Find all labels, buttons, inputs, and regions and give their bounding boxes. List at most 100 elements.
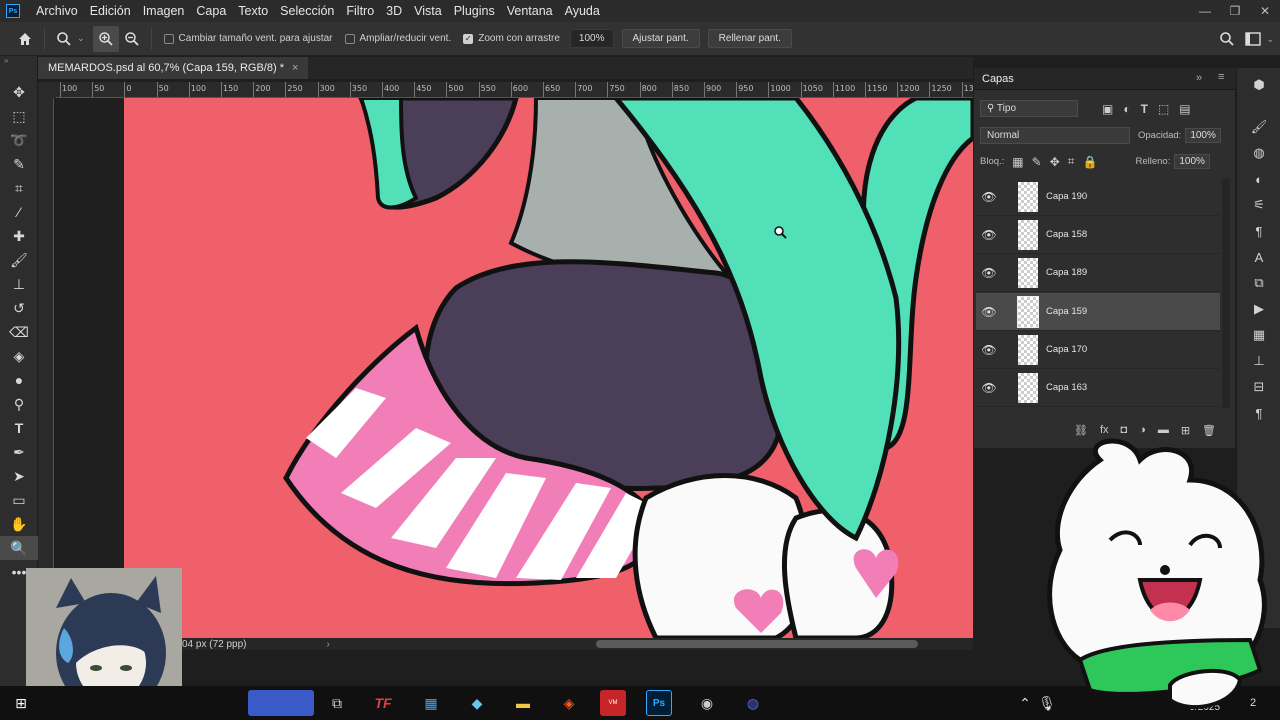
healing-brush-tool-icon[interactable]: ✚	[0, 224, 38, 248]
task-view-icon[interactable]: ⧉	[324, 690, 350, 716]
task-thumbnail-app[interactable]	[248, 690, 314, 716]
lock-image-icon[interactable]: ✎	[1032, 155, 1042, 169]
filter-pixel-icon[interactable]: ▣	[1102, 102, 1113, 116]
opacity-field[interactable]: 100%	[1185, 128, 1221, 143]
menu-plugins[interactable]: Plugins	[448, 0, 501, 22]
panel-menu-icon[interactable]: ≡	[1218, 71, 1224, 83]
lock-artboard-icon[interactable]: ⌗	[1068, 154, 1075, 169]
calculator-icon[interactable]: ▦	[418, 690, 444, 716]
menu-filtro[interactable]: Filtro	[340, 0, 380, 22]
paragraph-icon[interactable]: ¶	[1237, 218, 1280, 244]
chevron-down-icon[interactable]: ⌄	[77, 33, 85, 44]
artwork-canvas[interactable]	[56, 98, 973, 638]
horizontal-scrollbar[interactable]	[596, 640, 918, 648]
layers-scrollbar[interactable]	[1222, 178, 1230, 408]
filter-adjustment-icon[interactable]: ◐	[1123, 102, 1130, 116]
path-select-tool-icon[interactable]: ➤	[0, 464, 38, 488]
lasso-tool-icon[interactable]: ➰	[0, 128, 38, 152]
zoom-tool-icon[interactable]: 🔍	[0, 536, 38, 560]
dodge-tool-icon[interactable]: ⚲	[0, 392, 38, 416]
minimize-icon[interactable]: —	[1190, 0, 1220, 22]
zoom-percent-field[interactable]: 100%	[569, 29, 614, 48]
pen-tool-icon[interactable]: ✒	[0, 440, 38, 464]
character-icon[interactable]: A	[1237, 244, 1280, 270]
layer-row-selected[interactable]: 👁 Capa 159	[976, 293, 1220, 331]
close-window-icon[interactable]: ✕	[1250, 0, 1280, 22]
3d-cube-icon[interactable]: ⬢	[1237, 72, 1280, 98]
filter-kind-select[interactable]: ⚲ Tipo	[980, 100, 1078, 117]
filter-type-icon[interactable]: T	[1141, 102, 1148, 116]
canvas-area[interactable]	[56, 98, 973, 638]
chevron-down-icon[interactable]: ⌄	[1266, 34, 1274, 45]
document-tab[interactable]: MEMARDOS.psd al 60,7% (Capa 159, RGB/8) …	[38, 57, 309, 79]
layer-row[interactable]: 👁 Capa 170	[976, 331, 1220, 369]
zoom-tool-preset-icon[interactable]	[51, 26, 77, 52]
fill-field[interactable]: 100%	[1174, 154, 1210, 169]
menu-3d[interactable]: 3D	[380, 0, 408, 22]
clone-source-icon[interactable]: ⧉	[1237, 270, 1280, 296]
visibility-eye-icon[interactable]: 👁	[976, 228, 1002, 242]
photoshop-taskbar-icon[interactable]: Ps	[646, 690, 672, 716]
quick-select-tool-icon[interactable]: ✎	[0, 152, 38, 176]
menu-edicion[interactable]: Edición	[84, 0, 137, 22]
blur-tool-icon[interactable]: ●	[0, 368, 38, 392]
restore-icon[interactable]: ❐	[1220, 0, 1250, 22]
filter-smart-object-icon[interactable]: ▤	[1179, 102, 1190, 116]
table-icon[interactable]: ▦	[1237, 322, 1280, 348]
brush-settings-icon[interactable]: 🖌	[1237, 114, 1280, 140]
move-tool-icon[interactable]: ✥	[0, 80, 38, 104]
zoom-all-windows-checkbox[interactable]: Ampliar/reducir vent.	[344, 33, 451, 44]
workspace-icon[interactable]	[1240, 26, 1266, 52]
tool-presets-icon[interactable]: ⊟	[1237, 374, 1280, 400]
crop-tool-icon[interactable]: ⌗	[0, 176, 38, 200]
menu-imagen[interactable]: Imagen	[137, 0, 191, 22]
blend-mode-select[interactable]: Normal	[980, 127, 1130, 144]
fill-screen-button[interactable]: Rellenar pant.	[707, 29, 792, 48]
zoom-in-icon[interactable]	[92, 25, 119, 52]
properties-icon[interactable]: ⚟	[1237, 192, 1280, 218]
zoom-out-icon[interactable]	[119, 26, 145, 52]
layer-row[interactable]: 👁 Capa 163	[976, 369, 1220, 407]
lock-position-icon[interactable]: ✥	[1050, 155, 1060, 169]
windows-start-icon[interactable]: ⊞	[8, 690, 34, 716]
typeface-app-icon[interactable]: TF	[370, 690, 396, 716]
lock-all-icon[interactable]: 🔒	[1083, 155, 1098, 169]
home-icon[interactable]	[12, 26, 38, 52]
layer-row[interactable]: 👁 Capa 189	[976, 254, 1220, 292]
collapse-icon[interactable]: »	[0, 56, 37, 65]
collapse-panel-icon[interactable]: »	[1196, 72, 1202, 84]
hand-tool-icon[interactable]: ✋	[0, 512, 38, 536]
app-icon[interactable]: ◆	[464, 690, 490, 716]
visibility-eye-icon[interactable]: 👁	[976, 190, 1002, 204]
layers-panel-title[interactable]: Capas	[982, 73, 1014, 85]
menu-texto[interactable]: Texto	[232, 0, 274, 22]
eraser-tool-icon[interactable]: ⌫	[0, 320, 38, 344]
adjustments-icon[interactable]: ◐	[1237, 166, 1280, 192]
history-brush-tool-icon[interactable]: ↺	[0, 296, 38, 320]
lock-transparency-icon[interactable]: ▦	[1012, 155, 1023, 169]
scrubby-zoom-checkbox[interactable]: ✓ Zoom con arrastre	[463, 33, 560, 44]
visibility-eye-icon[interactable]: 👁	[976, 381, 1002, 395]
color-palette-icon[interactable]: ◍	[1237, 140, 1280, 166]
layer-row[interactable]: 👁 Capa 158	[976, 216, 1220, 254]
status-arrow-icon[interactable]: ›	[327, 639, 330, 650]
file-explorer-icon[interactable]: ▬	[510, 690, 536, 716]
filter-shape-icon[interactable]: ⬚	[1158, 102, 1169, 116]
fit-screen-button[interactable]: Ajustar pant.	[621, 29, 700, 48]
voicemeeter-icon[interactable]: VM	[600, 690, 626, 716]
visibility-eye-icon[interactable]: 👁	[976, 343, 1002, 357]
brush-tool-icon[interactable]: 🖌	[0, 248, 38, 272]
layer-row[interactable]: 👁 Capa 190	[976, 178, 1220, 216]
visibility-eye-icon[interactable]: 👁	[976, 305, 1002, 319]
menu-seleccion[interactable]: Selección	[274, 0, 340, 22]
type-tool-icon[interactable]: T	[0, 416, 38, 440]
brave-browser-icon[interactable]: ◈	[556, 690, 582, 716]
play-actions-icon[interactable]: ▶	[1237, 296, 1280, 322]
menu-ventana[interactable]: Ventana	[501, 0, 559, 22]
visibility-eye-icon[interactable]: 👁	[976, 266, 1002, 280]
rectangle-tool-icon[interactable]: ▭	[0, 488, 38, 512]
clone-stamp-tool-icon[interactable]: ⊥	[0, 272, 38, 296]
menu-vista[interactable]: Vista	[408, 0, 448, 22]
close-tab-icon[interactable]: ×	[292, 62, 298, 74]
paragraph-styles-icon[interactable]: ¶	[1237, 400, 1280, 426]
